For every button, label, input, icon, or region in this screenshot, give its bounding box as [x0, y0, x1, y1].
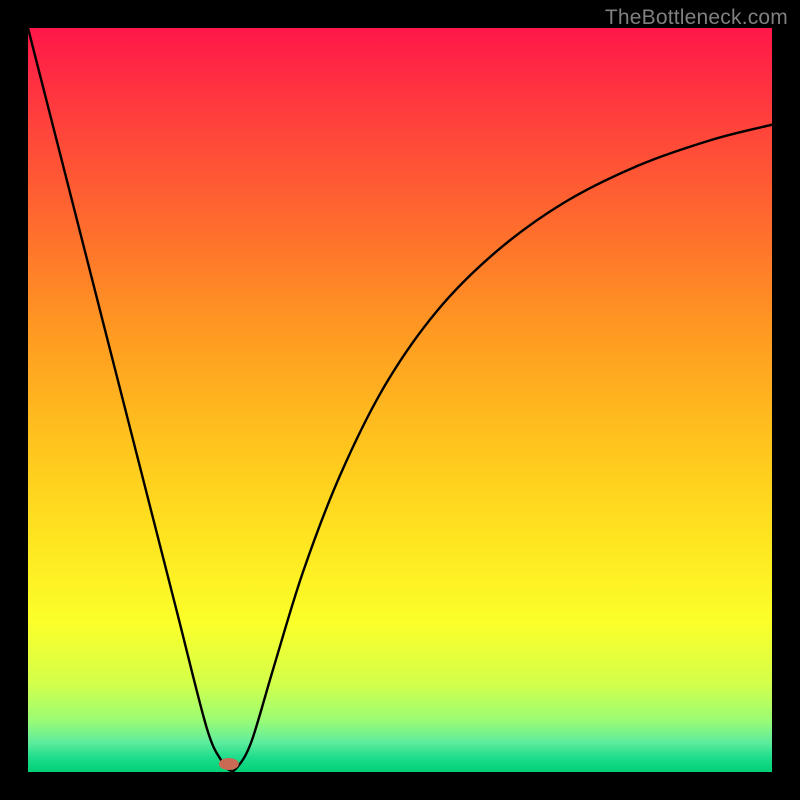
minimum-marker: [219, 758, 239, 770]
watermark-text: TheBottleneck.com: [605, 6, 788, 30]
chart-svg: [28, 28, 772, 772]
chart-frame: TheBottleneck.com: [0, 0, 800, 800]
bottleneck-curve: [28, 28, 772, 771]
plot-area: [28, 28, 772, 772]
